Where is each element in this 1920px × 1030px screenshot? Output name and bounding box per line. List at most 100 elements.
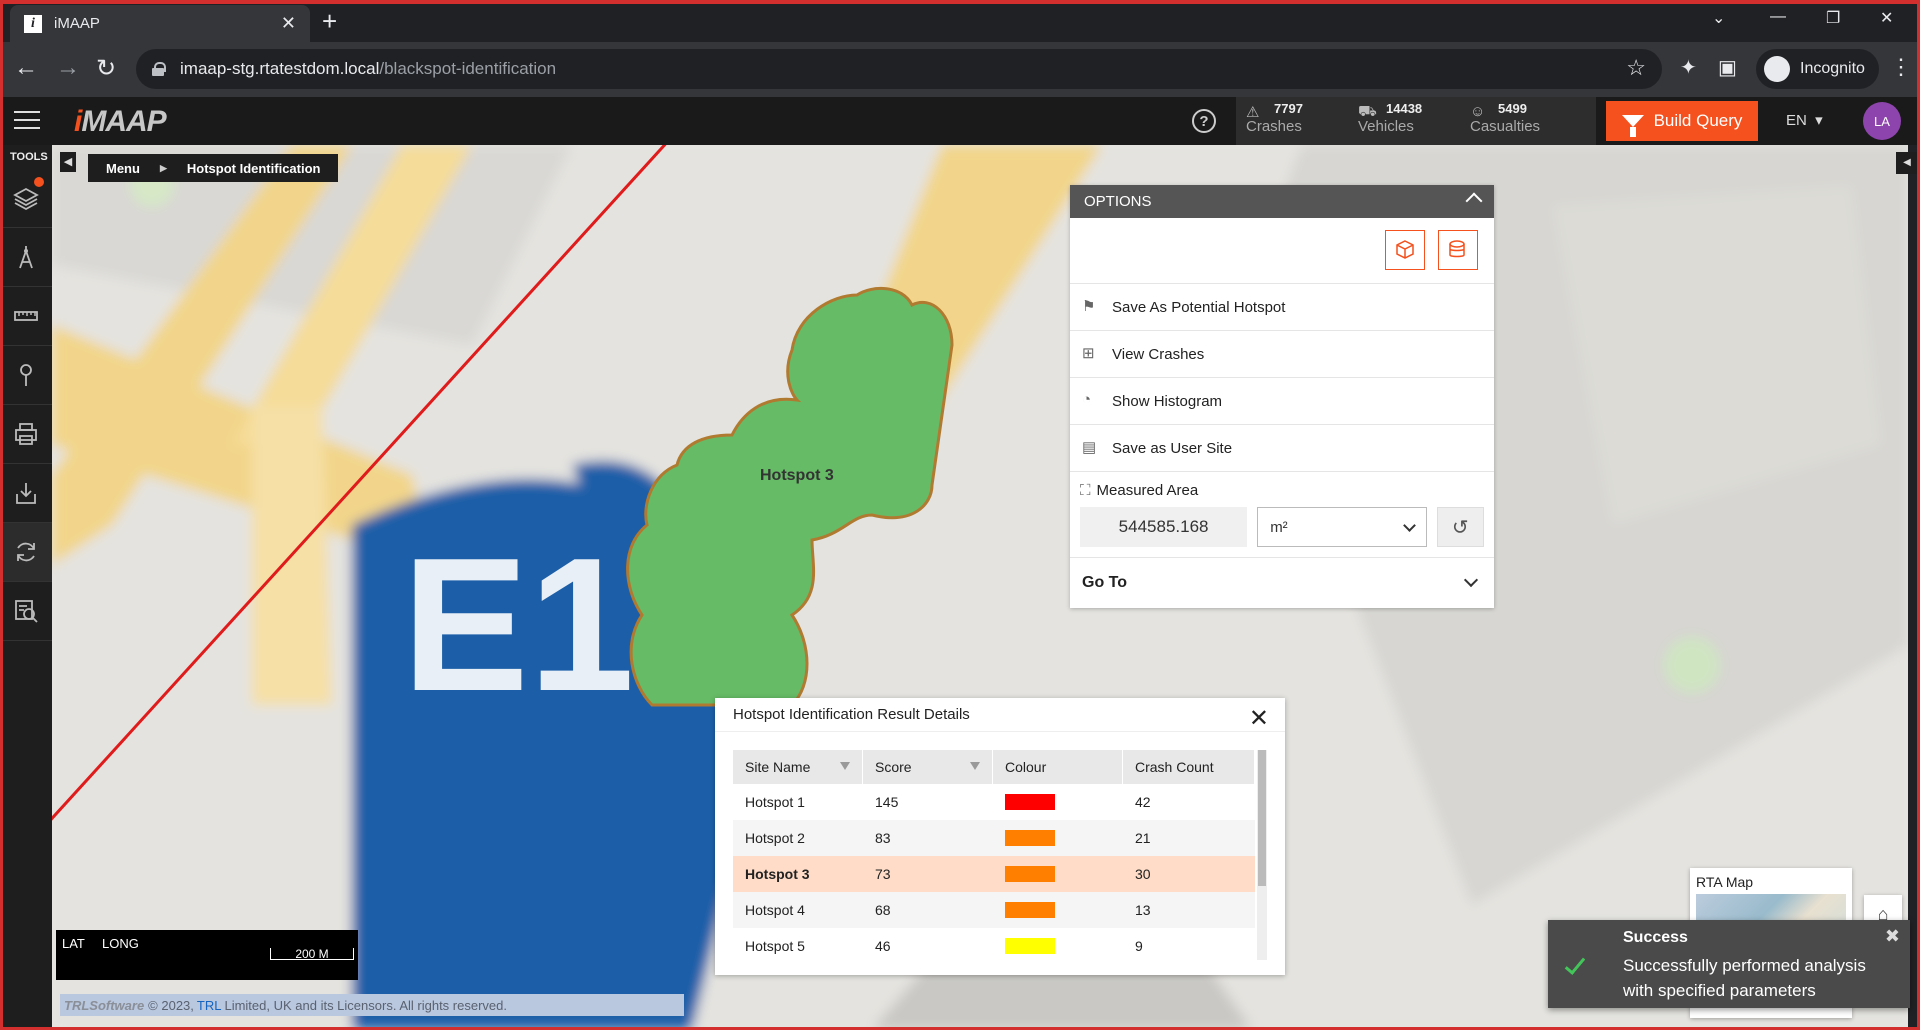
download-tool[interactable] bbox=[0, 464, 52, 523]
save-potential-hotspot-item[interactable]: ⚑ Save As Potential Hotspot bbox=[1070, 284, 1494, 331]
layers-tool[interactable] bbox=[0, 169, 52, 228]
save-hotspot-icon: ⚑ bbox=[1082, 298, 1096, 315]
help-icon[interactable]: ? bbox=[1192, 109, 1216, 133]
database-icon bbox=[1449, 240, 1465, 258]
show-histogram-item[interactable]: ◔ Show Histogram bbox=[1070, 378, 1494, 425]
goto-section[interactable]: Go To bbox=[1070, 558, 1494, 608]
forward-icon[interactable]: → bbox=[56, 54, 80, 82]
language-select[interactable]: EN ▾ bbox=[1786, 111, 1823, 129]
table-row[interactable]: Hotspot 2 83 21 bbox=[733, 820, 1255, 856]
close-toast-icon[interactable]: ✖ bbox=[1885, 926, 1900, 947]
cell-score: 145 bbox=[875, 794, 899, 810]
hamburger-menu-icon[interactable] bbox=[14, 111, 40, 131]
browser-tab[interactable]: i iMAAP ✕ bbox=[10, 5, 310, 42]
incognito-badge[interactable]: Incognito bbox=[1756, 49, 1879, 89]
expand-right-panel-icon[interactable]: ◀ bbox=[1896, 152, 1918, 174]
export-data-button[interactable] bbox=[1438, 230, 1478, 270]
app-logo: iMAAP bbox=[74, 105, 167, 138]
cell-colour bbox=[993, 892, 1123, 928]
refresh-tool[interactable] bbox=[0, 523, 52, 582]
filter-icon[interactable] bbox=[840, 762, 850, 770]
person-icon: ☺ bbox=[1470, 103, 1486, 120]
browser-menu-icon[interactable]: ⋮ bbox=[1890, 54, 1912, 80]
table-row-selected[interactable]: Hotspot 3 73 30 bbox=[733, 856, 1255, 892]
options-toolbar bbox=[1070, 218, 1494, 284]
histogram-icon: ◔ bbox=[1082, 391, 1092, 408]
tab-title: iMAAP bbox=[54, 15, 100, 32]
cell-crashes: 9 bbox=[1135, 938, 1143, 954]
cell-score: 73 bbox=[875, 866, 891, 882]
minimize-icon[interactable]: — bbox=[1770, 8, 1786, 26]
filter-icon[interactable] bbox=[970, 762, 980, 770]
stat-vehicles[interactable]: ⛟ 14438 Vehicles bbox=[1358, 101, 1422, 135]
user-avatar[interactable]: LA bbox=[1863, 102, 1901, 140]
road-sign-text: E1 bbox=[402, 519, 634, 731]
stat-casualties[interactable]: ☺ 5499 Casualties bbox=[1470, 101, 1540, 135]
tab-search-icon[interactable]: ⌄ bbox=[1712, 8, 1725, 28]
restore-icon[interactable]: ❐ bbox=[1826, 8, 1840, 28]
back-icon[interactable]: ← bbox=[14, 54, 38, 82]
options-header[interactable]: OPTIONS bbox=[1070, 185, 1494, 218]
app-header: iMAAP ? ⚠ 7797 Crashes ⛟ 14438 Vehicles … bbox=[0, 97, 1920, 145]
draw-tool[interactable] bbox=[0, 228, 52, 287]
copyright-prefix: © 2023, bbox=[148, 997, 194, 1013]
option-label: Save as User Site bbox=[1112, 439, 1233, 457]
measured-area-section: ⛶ Measured Area 544585.168 m² ↺ bbox=[1070, 472, 1494, 558]
save-user-site-item[interactable]: ▤ Save as User Site bbox=[1070, 425, 1494, 472]
col-site-name[interactable]: Site Name bbox=[733, 750, 863, 784]
extensions-icon[interactable]: ✦ bbox=[1680, 55, 1697, 80]
close-tab-icon[interactable]: ✕ bbox=[281, 13, 296, 34]
pin-tool[interactable] bbox=[0, 346, 52, 405]
cell-score: 68 bbox=[875, 902, 891, 918]
address-bar[interactable]: imaap-stg.rtatestdom.local/blackspot-ide… bbox=[136, 49, 1662, 89]
collapse-options-icon[interactable] bbox=[1465, 192, 1483, 210]
lock-icon bbox=[152, 62, 166, 76]
option-label: Save As Potential Hotspot bbox=[1112, 298, 1286, 316]
option-label: Show Histogram bbox=[1112, 392, 1223, 410]
reset-area-button[interactable]: ↺ bbox=[1436, 507, 1484, 547]
reset-icon: ↺ bbox=[1451, 516, 1469, 539]
table-row[interactable]: Hotspot 5 46 9 bbox=[733, 928, 1255, 964]
col-crash-count[interactable]: Crash Count bbox=[1123, 750, 1255, 784]
new-tab-icon[interactable]: + bbox=[322, 6, 337, 37]
stats-bar: ⚠ 7797 Crashes ⛟ 14438 Vehicles ☺ 5499 C… bbox=[1236, 97, 1596, 145]
measure-tool[interactable] bbox=[0, 287, 52, 346]
measured-area-label: Measured Area bbox=[1096, 482, 1199, 499]
close-results-icon[interactable]: ✕ bbox=[1249, 704, 1269, 733]
breadcrumb-menu[interactable]: Menu bbox=[106, 161, 140, 176]
analysis-tool[interactable] bbox=[0, 582, 52, 641]
cube-icon bbox=[1396, 240, 1414, 259]
funnel-icon bbox=[1621, 115, 1644, 137]
colour-swatch bbox=[1005, 866, 1055, 882]
col-score[interactable]: Score bbox=[863, 750, 993, 784]
reload-icon[interactable]: ↻ bbox=[96, 54, 116, 83]
breadcrumb-current: Hotspot Identification bbox=[186, 160, 321, 176]
bookmark-star-icon[interactable]: ☆ bbox=[1626, 55, 1646, 81]
lat-label: LAT bbox=[62, 936, 85, 951]
view-crashes-item[interactable]: ⊞ View Crashes bbox=[1070, 331, 1494, 378]
build-query-button[interactable]: Build Query bbox=[1606, 101, 1758, 141]
cell-site: Hotspot 1 bbox=[745, 794, 805, 810]
collapse-tools-icon[interactable]: ◀ bbox=[60, 152, 76, 172]
col-colour[interactable]: Colour bbox=[993, 750, 1123, 784]
options-title: OPTIONS bbox=[1084, 193, 1152, 210]
area-unit-select[interactable]: m² bbox=[1257, 507, 1427, 547]
table-body: Hotspot 1 145 42 Hotspot 2 83 21 Hotspot… bbox=[733, 784, 1255, 964]
side-panel-icon[interactable]: ▣ bbox=[1718, 55, 1737, 80]
close-window-icon[interactable]: ✕ bbox=[1880, 8, 1893, 28]
cell-colour bbox=[993, 856, 1123, 892]
user-site-icon: ▤ bbox=[1082, 439, 1097, 456]
area-icon: ⛶ bbox=[1080, 482, 1091, 499]
export-shape-button[interactable] bbox=[1385, 230, 1425, 270]
cell-crashes: 21 bbox=[1135, 830, 1151, 846]
layers-icon bbox=[13, 187, 39, 211]
table-row[interactable]: Hotspot 1 145 42 bbox=[733, 784, 1255, 820]
results-scrollbar[interactable] bbox=[1257, 750, 1267, 960]
hotspot-map-label: Hotspot 3 bbox=[760, 467, 834, 484]
build-query-label: Build Query bbox=[1653, 111, 1743, 130]
table-header: Site Name Score Colour Crash Count bbox=[733, 750, 1255, 784]
stat-crashes[interactable]: ⚠ 7797 Crashes bbox=[1246, 101, 1303, 135]
table-row[interactable]: Hotspot 4 68 13 bbox=[733, 892, 1255, 928]
trl-link[interactable]: TRL bbox=[197, 998, 222, 1013]
print-tool[interactable] bbox=[0, 405, 52, 464]
